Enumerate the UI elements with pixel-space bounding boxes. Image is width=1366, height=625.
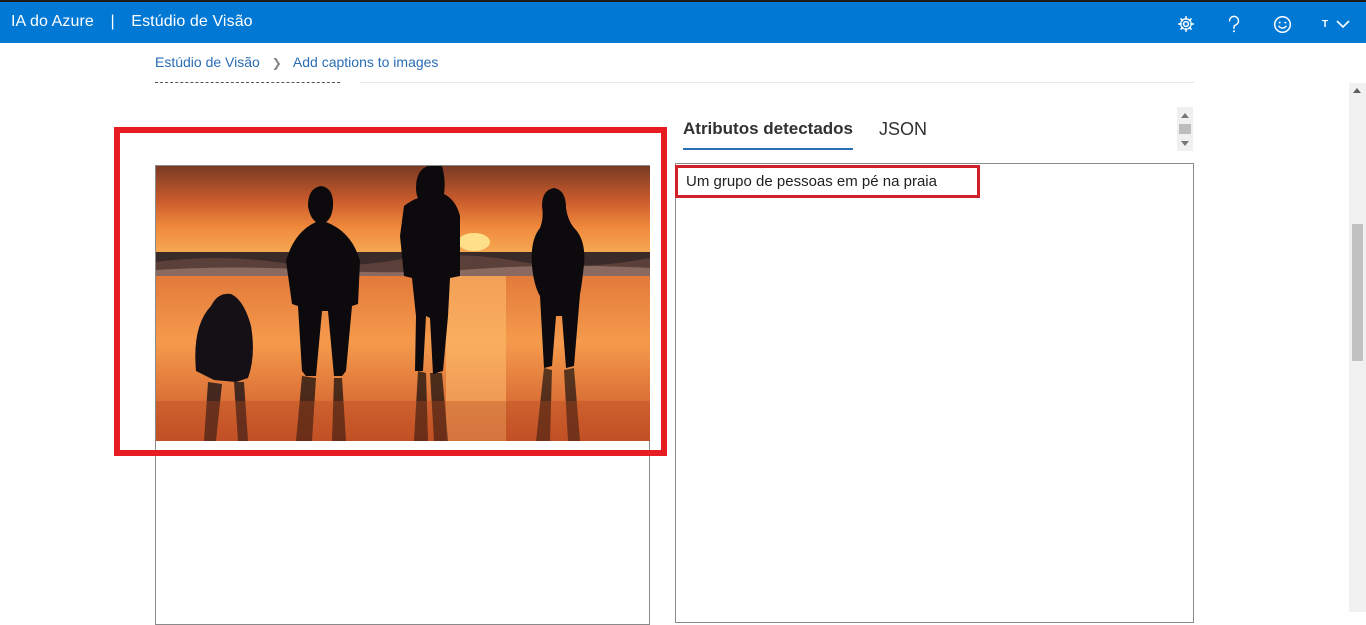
breadcrumb: Estúdio de Visão ❯ Add captions to image… [155, 54, 438, 70]
breadcrumb-current[interactable]: Add captions to images [293, 54, 439, 70]
top-bar: IA do Azure | Estúdio de Visão T [0, 0, 1366, 43]
tabs-scrollbar[interactable] [1177, 107, 1193, 151]
breadcrumb-divider [360, 82, 1194, 83]
image-highlight-frame [114, 127, 667, 456]
page-scrollbar[interactable] [1349, 83, 1366, 612]
question-mark-icon [1228, 15, 1240, 33]
scroll-up-arrow-icon[interactable] [1181, 113, 1189, 118]
smiley-icon [1273, 15, 1291, 33]
active-tab-indicator [683, 148, 853, 150]
tab-detected-attributes[interactable]: Atributos detectados [683, 119, 853, 139]
results-panel [675, 163, 1194, 623]
brand-name[interactable]: IA do Azure [11, 13, 94, 30]
help-icon[interactable] [1221, 11, 1247, 37]
brand-separator: | [110, 13, 115, 30]
brand-area: IA do Azure | Estúdio de Visão [11, 13, 253, 31]
app-title[interactable]: Estúdio de Visão [131, 13, 252, 30]
chevron-down-icon [1336, 20, 1350, 29]
page-scroll-thumb[interactable] [1352, 224, 1363, 361]
scroll-down-arrow-icon[interactable] [1181, 141, 1189, 146]
breadcrumb-focus-underline [155, 82, 340, 83]
gear-icon [1178, 16, 1194, 32]
settings-gear-icon[interactable] [1173, 11, 1199, 37]
breadcrumb-chevron-icon: ❯ [271, 56, 282, 70]
account-chevron-down-icon[interactable] [1330, 11, 1356, 37]
scroll-thumb[interactable] [1179, 124, 1191, 134]
feedback-smiley-icon[interactable] [1269, 11, 1295, 37]
tab-json[interactable]: JSON [879, 119, 927, 140]
generated-caption: Um grupo de pessoas em pé na praia [686, 173, 937, 190]
page-scroll-up-arrow-icon[interactable] [1353, 88, 1361, 93]
breadcrumb-home-link[interactable]: Estúdio de Visão [155, 54, 260, 70]
